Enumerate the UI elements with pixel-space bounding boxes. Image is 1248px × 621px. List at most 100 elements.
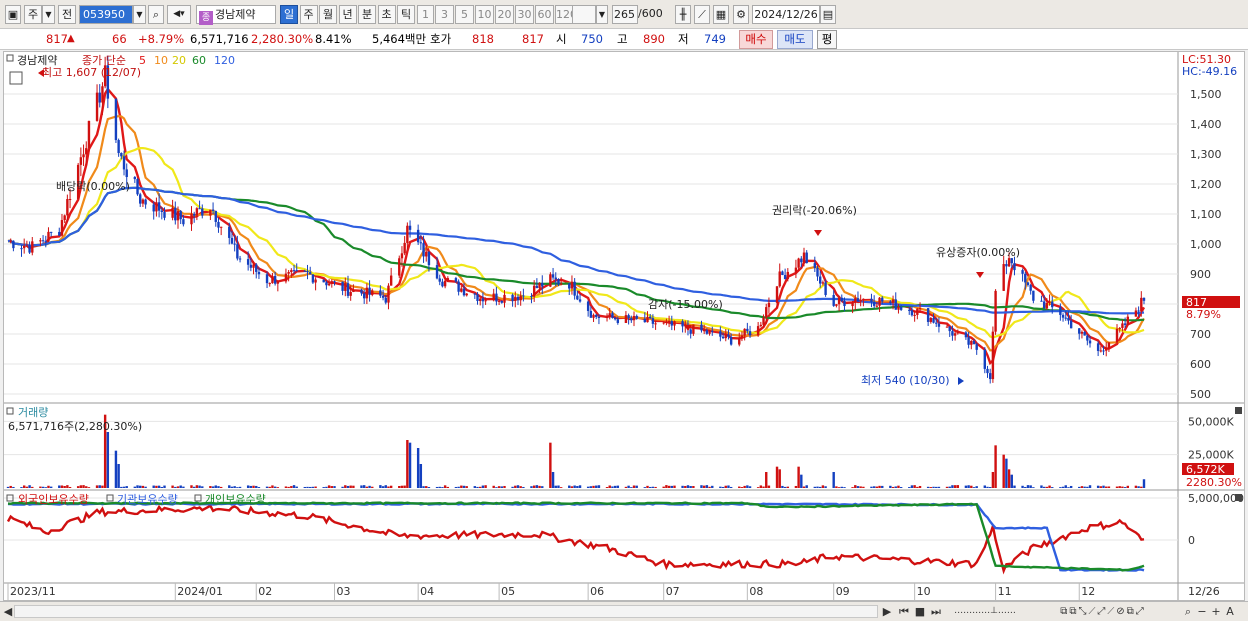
volume-bar (228, 485, 231, 488)
candle-body (125, 169, 128, 178)
volume-bar (160, 486, 164, 488)
zoom-out-icon[interactable]: − (1196, 604, 1208, 619)
high-price: 890 (643, 32, 665, 46)
volume-close-icon[interactable] (1235, 407, 1242, 414)
period-button-2[interactable]: 월 (319, 5, 337, 24)
volume-title[interactable]: 거래량 (18, 406, 48, 419)
date-input[interactable]: 2024/12/26 (752, 5, 820, 24)
volume-bar (368, 485, 371, 488)
volume-bar (1102, 485, 1105, 488)
period-button-1[interactable]: 주 (299, 5, 318, 24)
ma10-legend[interactable]: 10 (154, 54, 168, 67)
ma120-legend[interactable]: 120 (214, 54, 235, 67)
speaker-icon[interactable]: ◀▾ (167, 5, 191, 24)
candle-body (859, 299, 862, 302)
volume-bar (738, 486, 741, 488)
volume-bar (511, 486, 514, 488)
own-foreign-legend[interactable]: 외국인보유수량 (18, 493, 89, 506)
last-page-icon[interactable]: ⏭ (928, 604, 944, 619)
first-page-icon[interactable]: ⏮ (896, 604, 912, 619)
candle-body (403, 242, 406, 254)
volume-bar (44, 487, 47, 488)
candle-body (1086, 335, 1089, 341)
period-button-6[interactable]: 틱 (397, 5, 415, 24)
minute-button-20[interactable]: 20 (495, 5, 514, 24)
horizontal-scrollbar[interactable] (14, 605, 878, 618)
period-button-5[interactable]: 초 (377, 5, 396, 24)
period-button-0[interactable]: 일 (280, 5, 298, 24)
scroll-left-icon[interactable]: ◀ (2, 604, 14, 619)
minute-button-10[interactable]: 10 (475, 5, 494, 24)
minute-button-3[interactable]: 3 (435, 5, 454, 24)
volume-bar (384, 485, 387, 488)
interval-dropdown-icon[interactable]: ▼ (596, 5, 608, 24)
chart-canvas[interactable]: 5006007008009001,0001,1001,2001,3001,400… (4, 52, 1244, 600)
volume-bar (1024, 486, 1027, 488)
ownership-close-icon[interactable] (1235, 494, 1242, 501)
candle-body (953, 333, 957, 336)
candle-body (1096, 343, 1100, 351)
high-annotation: 최고 1,607 (12/07) (42, 66, 141, 79)
own-individual-legend[interactable]: 개인보유수량 (205, 493, 266, 506)
stock-code-input[interactable]: 053950 (79, 5, 133, 24)
stop-icon[interactable]: ■ (912, 604, 928, 619)
volume-bar (68, 486, 72, 488)
grid-icon[interactable]: ▦ (713, 5, 729, 24)
volume-bar (460, 485, 463, 488)
candle-body (381, 295, 385, 298)
interval-input[interactable] (572, 5, 596, 24)
draw-tools-icons[interactable]: ⧉⧉⤡⟋⤢⟋⊘⧉⤢ (1028, 604, 1178, 619)
market-select[interactable]: 주 (24, 5, 42, 24)
candle-body (28, 245, 31, 253)
volume-bar (271, 485, 274, 488)
table-toggle-icon[interactable] (9, 71, 23, 85)
volume-bar (195, 485, 199, 488)
scroll-right-icon[interactable]: ▶ (880, 604, 894, 619)
candle-body (1115, 328, 1119, 343)
ma20-legend[interactable]: 20 (172, 54, 186, 67)
chart-area[interactable]: 5006007008009001,0001,1001,2001,3001,400… (3, 51, 1245, 601)
count-display[interactable]: 265 (612, 5, 638, 24)
window-menu-icon[interactable]: ▣ (5, 5, 21, 24)
candle-body (1042, 301, 1046, 309)
minute-button-30[interactable]: 30 (515, 5, 534, 24)
settings-gear-icon[interactable]: ⚙ (733, 5, 749, 24)
zoom-search-icon[interactable]: ⌕ (1182, 604, 1194, 619)
candle-body (20, 248, 23, 250)
candle-type-icon[interactable]: ╫ (675, 5, 691, 24)
price-legend-name[interactable]: 경남제약 (17, 53, 57, 67)
period-button-3[interactable]: 년 (338, 5, 357, 24)
period-button-4[interactable]: 분 (358, 5, 376, 24)
volume-bar (333, 486, 336, 488)
minute-button-5[interactable]: 5 (455, 5, 474, 24)
ma60-legend[interactable]: 60 (192, 54, 206, 67)
own-institution-legend[interactable]: 기관보유수량 (117, 493, 178, 506)
volume-bar (139, 485, 142, 488)
calendar-icon[interactable]: ▤ (820, 5, 836, 24)
candle-body (211, 209, 215, 211)
zoom-in-icon[interactable]: + (1210, 604, 1222, 619)
minute-button-1[interactable]: 1 (417, 5, 434, 24)
code-dropdown-icon[interactable]: ▼ (133, 5, 146, 24)
period-prefix-button[interactable]: 전 (58, 5, 76, 24)
candle-body (174, 207, 177, 221)
volume-bar (211, 486, 215, 488)
sell-button[interactable]: 매도 (777, 30, 813, 49)
market-dropdown-icon[interactable]: ▼ (42, 5, 55, 24)
stock-name-box[interactable]: 종 경남제약 (196, 5, 276, 25)
zoom-slider[interactable]: …………⊥…… (950, 604, 1020, 619)
volume-bar (549, 442, 552, 488)
minute-button-60[interactable]: 60 (535, 5, 554, 24)
draw-tool-icon[interactable]: ⟋ (694, 5, 710, 24)
font-size-icon[interactable]: A (1224, 604, 1236, 619)
candle-body (692, 324, 695, 334)
candle-body (800, 258, 803, 263)
buy-button[interactable]: 매수 (739, 30, 773, 49)
volume-bar (454, 486, 458, 488)
search-icon[interactable]: ⌕ (148, 5, 164, 24)
candle-body (82, 154, 85, 158)
volume-bar (481, 485, 485, 488)
avg-button[interactable]: 평 (817, 30, 837, 49)
x-axis-label: 12 (1081, 585, 1095, 598)
price-axis-tick: 1,200 (1190, 178, 1222, 191)
